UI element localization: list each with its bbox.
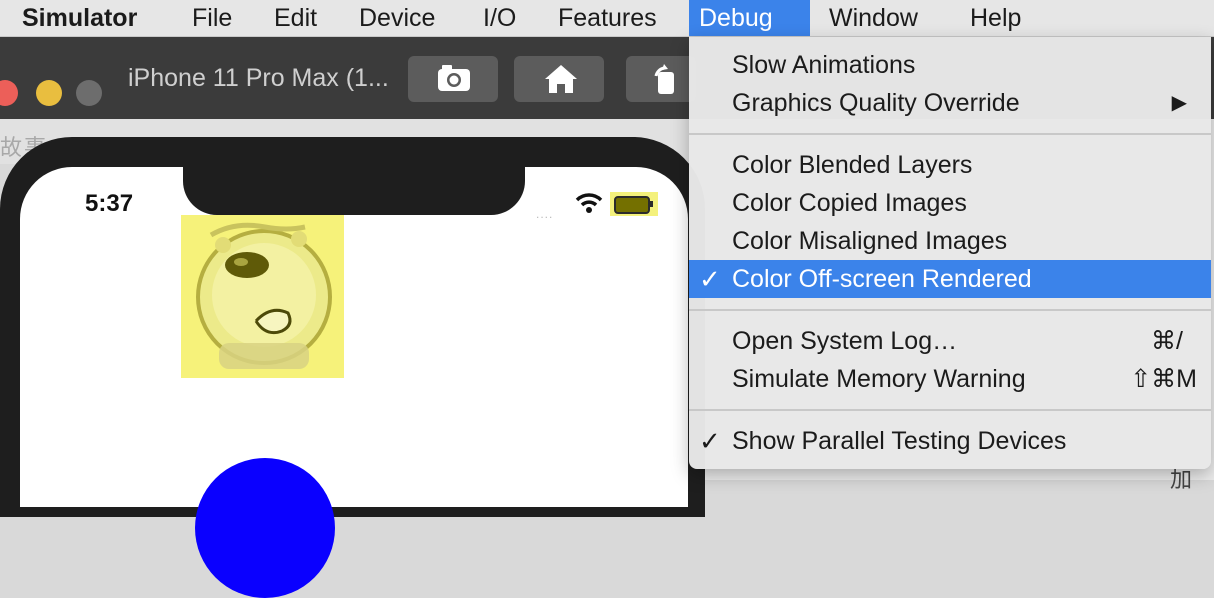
menu-window[interactable]: Window <box>819 0 928 36</box>
menu-item-graphics-quality-override[interactable]: Graphics Quality Override ▶ <box>689 84 1211 122</box>
menu-item-color-offscreen-rendered[interactable]: ✓ Color Off-screen Rendered <box>689 260 1211 298</box>
iphone-screen[interactable] <box>20 167 688 507</box>
menu-item-slow-animations[interactable]: Slow Animations <box>689 46 1211 84</box>
cellular-signal-icon: .... <box>536 207 554 221</box>
menu-separator <box>689 309 1211 311</box>
minimize-window-button[interactable] <box>36 80 62 106</box>
debug-menu: Slow Animations Graphics Quality Overrid… <box>689 37 1211 469</box>
submenu-arrow-icon: ▶ <box>1171 92 1187 114</box>
avatar-image <box>181 215 344 378</box>
menu-item-label: Color Misaligned Images <box>732 227 1008 255</box>
checkmark-icon: ✓ <box>699 264 721 294</box>
menu-item-label: Slow Animations <box>732 51 916 79</box>
status-bar-time: 5:37 <box>85 190 134 217</box>
battery-icon <box>614 196 650 214</box>
blue-circle-view <box>195 458 335 598</box>
wifi-icon <box>575 193 603 213</box>
menu-item-label: Color Blended Layers <box>732 151 973 179</box>
screenshot-button[interactable] <box>408 56 498 102</box>
menu-file[interactable]: File <box>182 0 242 36</box>
rotate-icon <box>654 64 674 94</box>
menu-item-color-blended-layers[interactable]: Color Blended Layers <box>689 146 1211 184</box>
menu-separator <box>689 133 1211 135</box>
menu-bar: Simulator File Edit Device I/O Features … <box>0 0 1214 37</box>
menu-item-label: Open System Log… <box>732 327 958 355</box>
menu-item-open-system-log[interactable]: Open System Log… ⌘/ <box>689 322 1211 360</box>
checkmark-icon: ✓ <box>699 426 721 456</box>
menu-item-color-copied-images[interactable]: Color Copied Images <box>689 184 1211 222</box>
menu-item-shortcut: ⇧⌘M <box>1130 365 1197 393</box>
menu-debug[interactable]: Debug <box>689 0 810 36</box>
menu-item-label: Color Copied Images <box>732 189 967 217</box>
menu-device[interactable]: Device <box>349 0 445 36</box>
menu-item-label: Show Parallel Testing Devices <box>732 427 1067 455</box>
window-title: iPhone 11 Pro Max (1... <box>128 64 389 92</box>
home-button[interactable] <box>514 56 604 102</box>
menu-io[interactable]: I/O <box>473 0 526 36</box>
camera-icon <box>438 65 470 91</box>
menu-edit[interactable]: Edit <box>264 0 327 36</box>
zoom-window-button[interactable] <box>76 80 102 106</box>
menu-item-simulate-memory-warning[interactable]: Simulate Memory Warning ⇧⌘M <box>689 360 1211 398</box>
menu-help[interactable]: Help <box>960 0 1031 36</box>
menu-features[interactable]: Features <box>548 0 667 36</box>
cartoon-dog-icon <box>196 222 332 369</box>
menu-item-label: Graphics Quality Override <box>732 89 1020 117</box>
home-icon <box>545 65 577 93</box>
menu-item-show-parallel-testing-devices[interactable]: ✓ Show Parallel Testing Devices <box>689 422 1211 460</box>
menu-item-label: Color Off-screen Rendered <box>732 265 1032 293</box>
rotate-button[interactable] <box>626 56 696 102</box>
battery-cap <box>650 201 653 207</box>
iphone-notch <box>183 137 525 215</box>
menu-app-simulator[interactable]: Simulator <box>12 0 147 36</box>
menu-item-label: Simulate Memory Warning <box>732 365 1026 393</box>
menu-item-color-misaligned-images[interactable]: Color Misaligned Images <box>689 222 1211 260</box>
menu-item-shortcut: ⌘/ <box>1151 327 1183 355</box>
menu-separator <box>689 409 1211 411</box>
